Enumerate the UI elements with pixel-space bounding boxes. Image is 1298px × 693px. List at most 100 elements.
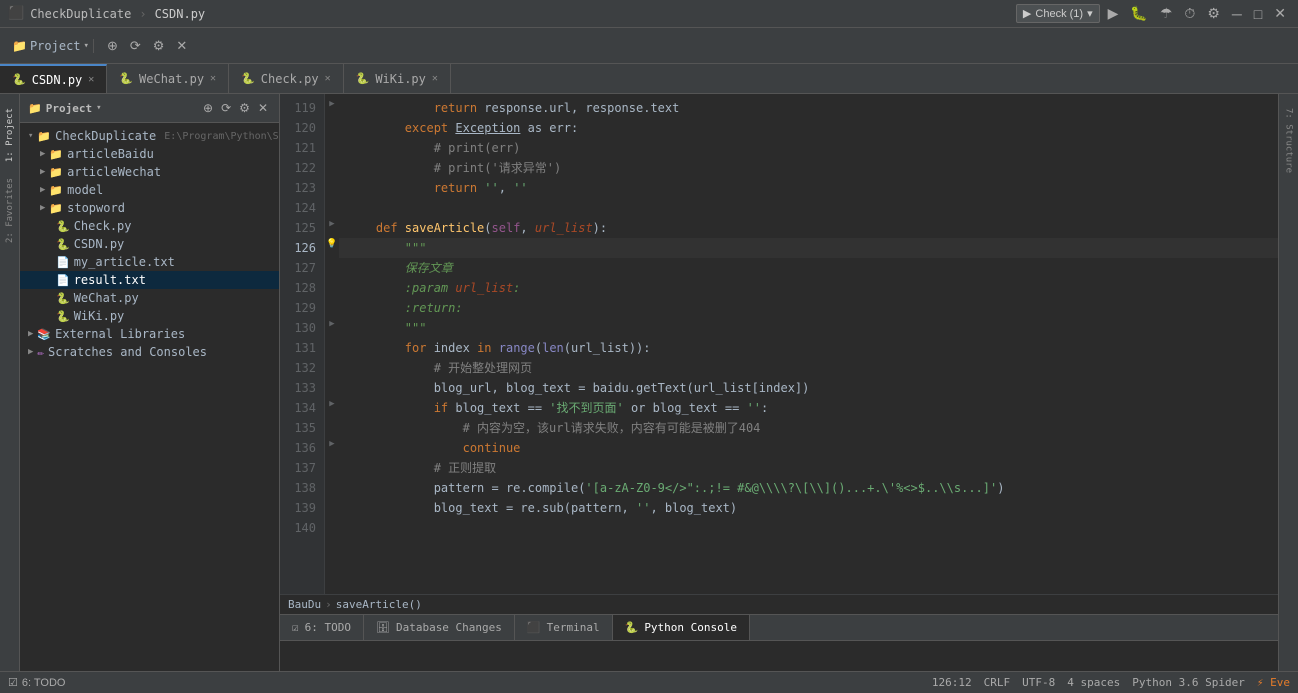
debug-button[interactable]: 🐛 [1126,3,1151,24]
line-numbers: 119 120 121 122 123 124 125 126 127 128 … [280,94,325,594]
code-line-138: pattern = re.compile('[a-zA-Z0-9</>":.;!… [339,478,1278,498]
bottom-tab-pyconsole-label: Python Console [644,621,737,634]
bottom-tab-dbchanges[interactable]: 🗄 Database Changes [364,615,515,640]
app-icon: ⬛ [8,6,24,21]
tree-label-checkpy: Check.py [74,219,132,233]
code-line-131: for index in range(len(url_list)): [339,338,1278,358]
todo-status-btn[interactable]: ☑ 6: TODO [8,676,65,689]
tree-label-articleWechat: articleWechat [67,165,161,179]
gutter-138 [325,474,339,494]
tree-item-result[interactable]: 📄 result.txt [20,271,279,289]
sync-button[interactable]: ⟳ [125,35,146,57]
project-section: 📁 Project ▾ [8,39,94,53]
code-line-137: # 正则提取 [339,458,1278,478]
tab-check-close[interactable]: ✕ [325,73,331,84]
profile-button[interactable]: ⏱ [1180,3,1199,24]
status-line-col: 126:12 [932,676,972,689]
tree-label-model: model [67,183,103,197]
sidebar-settings-btn[interactable]: ⚙ [236,100,253,116]
project-dropdown[interactable]: 📁 Project ▾ [12,39,89,53]
folder-icon: 📁 [12,39,27,53]
tree-item-model[interactable]: ▶ 📁 model [20,181,279,199]
terminal-icon: ⬛ [527,621,541,634]
tab-wiki[interactable]: 🐍 WiKi.py ✕ [344,64,451,93]
tree-item-csdnpy[interactable]: 🐍 CSDN.py [20,235,279,253]
code-line-130: """ [339,318,1278,338]
gutter-136: ▶ [325,434,339,454]
sidebar-add-btn[interactable]: ⊕ [200,100,216,116]
sidebar-structure-tab[interactable]: 7: Structure [1282,102,1296,179]
tree-label-wechatpy: WeChat.py [74,291,139,305]
articlewechat-arrow: ▶ [40,167,45,177]
tab-csdn-close[interactable]: ✕ [88,74,94,85]
tab-csdn[interactable]: 🐍 CSDN.py ✕ [0,64,107,93]
titlebar-right: ▶ Check (1) ▾ ▶ 🐛 ☂ ⏱ ⚙ ─ □ ✕ [1016,3,1290,24]
tree-item-scratches[interactable]: ▶ ✏ Scratches and Consoles [20,343,279,361]
gutter-120 [325,114,339,134]
tree-label-stopword: stopword [67,201,125,215]
tools-button[interactable]: ⚙ [1203,3,1224,24]
tree-label-extlibs: External Libraries [55,327,185,341]
bottom-tab-todo[interactable]: ☑ 6: TODO [280,615,364,640]
breadcrumb-baidu[interactable]: BauDu [288,598,321,611]
csdnpy-icon: 🐍 [56,238,70,251]
breadcrumb-sep: › [325,598,332,611]
tab-check[interactable]: 🐍 Check.py ✕ [229,64,344,93]
sidebar-favorites-tab[interactable]: 2: Favorites [3,172,17,249]
bottom-content [280,641,1278,671]
bottom-tab-pyconsole[interactable]: 🐍 Python Console [613,615,750,640]
tab-wechat-label: WeChat.py [139,72,204,86]
coverage-button[interactable]: ☂ [1156,3,1177,24]
sidebar-project-tab[interactable]: 1: Project [3,102,17,168]
gutter-135 [325,414,339,434]
check-button[interactable]: ▶ Check (1) ▾ [1016,4,1100,23]
tab-wechat-close[interactable]: ✕ [210,73,216,84]
gutter-133 [325,374,339,394]
gutter-134: ▶ [325,394,339,414]
close-window-button[interactable]: ✕ [1270,3,1290,24]
stopword-arrow: ▶ [40,203,45,213]
run-button[interactable]: ▶ [1104,3,1123,24]
tree-item-articleWechat[interactable]: ▶ 📁 articleWechat [20,163,279,181]
tree-item-articleBaidu[interactable]: ▶ 📁 articleBaidu [20,145,279,163]
ln-138: 138 [288,478,316,498]
titlebar-left: ⬛ CheckDuplicate › CSDN.py [8,6,205,21]
status-python[interactable]: Python 3.6 Spider [1132,676,1245,689]
titlebar: ⬛ CheckDuplicate › CSDN.py ▶ Check (1) ▾… [0,0,1298,28]
gutter-130: ▶ [325,314,339,334]
tree-item-extlibs[interactable]: ▶ 📚 External Libraries [20,325,279,343]
tree-label-myarticle: my_article.txt [74,255,175,269]
tree-item-wechatpy[interactable]: 🐍 WeChat.py [20,289,279,307]
close-sidebar-button[interactable]: ✕ [171,35,192,57]
folder-icon: 📁 [28,102,42,115]
tree-item-wikipy[interactable]: 🐍 WiKi.py [20,307,279,325]
ln-130: 130 [288,318,316,338]
outer-left-panel: 1: Project 2: Favorites [0,94,20,671]
tab-wiki-close[interactable]: ✕ [432,73,438,84]
dropdown-arrow-icon: ▾ [84,41,89,51]
ln-137: 137 [288,458,316,478]
code-line-126: """ [339,238,1278,258]
tree-item-stopword[interactable]: ▶ 📁 stopword [20,199,279,217]
tree-item-myarticle[interactable]: 📄 my_article.txt [20,253,279,271]
add-button[interactable]: ⊕ [102,35,123,57]
code-line-124 [339,198,1278,218]
code-line-122: # print('请求异常') [339,158,1278,178]
gutter-126: 💡 [325,234,339,254]
sidebar-close-btn[interactable]: ✕ [255,100,271,116]
bottom-tab-terminal[interactable]: ⬛ Terminal [515,615,613,640]
maximize-button[interactable]: □ [1250,4,1266,24]
tabbar: 🐍 CSDN.py ✕ 🐍 WeChat.py ✕ 🐍 Check.py ✕ 🐍… [0,64,1298,94]
status-encoding: UTF-8 [1022,676,1055,689]
ln-120: 120 [288,118,316,138]
tree-item-checkpy[interactable]: 🐍 Check.py [20,217,279,235]
code-content[interactable]: return response.url, response.text excep… [339,94,1278,594]
sidebar-sync-btn[interactable]: ⟳ [218,100,234,116]
toolbar: 📁 Project ▾ ⊕ ⟳ ⚙ ✕ [0,28,1298,64]
minimize-button[interactable]: ─ [1228,4,1246,24]
tree-label-result: result.txt [74,273,146,287]
tab-wechat[interactable]: 🐍 WeChat.py ✕ [107,64,229,93]
settings-button[interactable]: ⚙ [148,35,170,57]
tree-root[interactable]: ▾ 📁 CheckDuplicate E:\Program\Python\Spi… [20,127,279,145]
breadcrumb-savearticle[interactable]: saveArticle() [336,598,422,611]
